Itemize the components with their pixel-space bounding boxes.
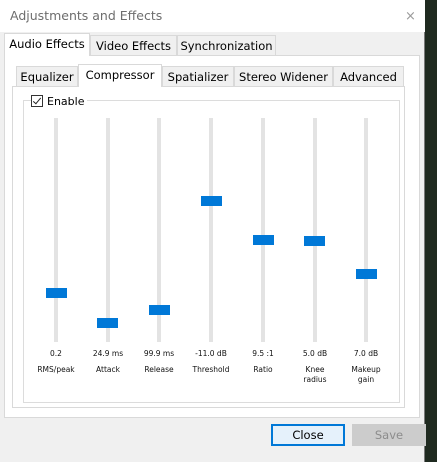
background-desktop (425, 0, 437, 462)
slider-track-threshold[interactable] (209, 118, 213, 342)
tab-spatializer[interactable]: Spatializer (162, 66, 234, 87)
slider-value-release: 99.9 ms (143, 349, 175, 358)
enable-checkbox[interactable] (31, 95, 43, 107)
slider-thumb-knee-radius[interactable] (304, 236, 325, 246)
slider-label-release: Release (144, 365, 174, 374)
title-bar: Adjustments and Effects × (0, 0, 425, 32)
enable-checkbox-row[interactable]: Enable (31, 94, 88, 108)
slider-track-ratio[interactable] (261, 118, 265, 342)
slider-value-makeup-gain: 7.0 dB (353, 349, 379, 358)
tab-stereo-widener[interactable]: Stereo Widener (234, 66, 333, 87)
tab-synchronization[interactable]: Synchronization (177, 35, 276, 56)
slider-label-makeup-gain: Makeup gain (336, 365, 396, 385)
slider-thumb-release[interactable] (149, 305, 170, 315)
enable-label: Enable (47, 94, 85, 108)
slider-thumb-rms-peak[interactable] (46, 288, 67, 298)
slider-value-rms-peak: 0.2 (50, 349, 62, 358)
slider-value-threshold: -11.0 dB (195, 349, 227, 358)
slider-track-makeup-gain[interactable] (364, 118, 368, 342)
slider-track-rms-peak[interactable] (54, 118, 58, 342)
makeup-label-line2: gain (357, 375, 375, 384)
save-button[interactable]: Save (352, 424, 426, 446)
adjustments-window: Adjustments and Effects × Audio Effects … (0, 0, 426, 462)
slider-thumb-attack[interactable] (97, 318, 118, 328)
slider-value-ratio: 9.5 :1 (252, 349, 274, 358)
tab-video-effects[interactable]: Video Effects (90, 35, 177, 56)
slider-thumb-makeup-gain[interactable] (356, 269, 377, 279)
tab-advanced[interactable]: Advanced (333, 66, 404, 87)
slider-label-ratio: Ratio (253, 365, 273, 374)
tab-audio-effects[interactable]: Audio Effects (4, 33, 90, 56)
close-icon[interactable]: × (402, 8, 419, 25)
slider-thumb-ratio[interactable] (253, 235, 274, 245)
tab-compressor[interactable]: Compressor (78, 64, 162, 87)
close-button[interactable]: Close (271, 424, 345, 446)
window-title: Adjustments and Effects (10, 8, 163, 23)
slider-label-threshold: Threshold (192, 365, 230, 374)
slider-track-attack[interactable] (106, 118, 110, 342)
makeup-label-line1: Makeup (351, 365, 381, 374)
slider-track-knee-radius[interactable] (313, 118, 317, 342)
slider-thumb-threshold[interactable] (201, 196, 222, 206)
tab-equalizer[interactable]: Equalizer (16, 66, 78, 87)
slider-label-rms-peak: RMS/peak (37, 365, 75, 374)
